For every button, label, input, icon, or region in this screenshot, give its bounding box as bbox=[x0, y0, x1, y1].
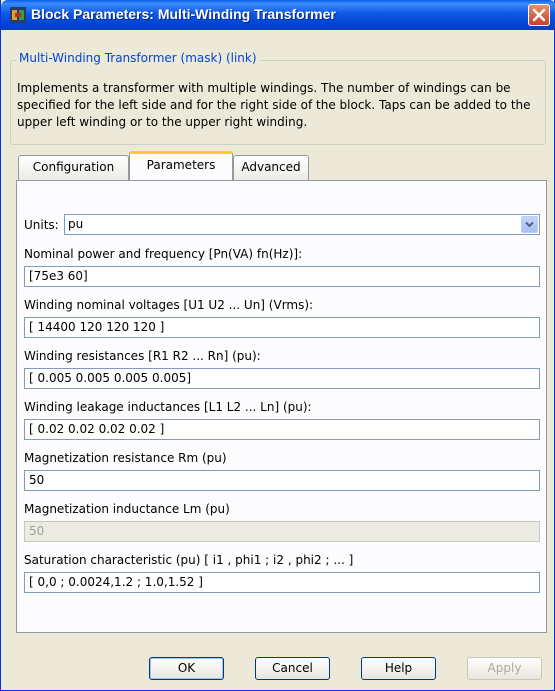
tab-configuration[interactable]: Configuration bbox=[18, 155, 129, 180]
simulink-block-icon bbox=[10, 7, 26, 23]
winding-voltages-input[interactable]: [ 14400 120 120 120 ] bbox=[24, 317, 540, 338]
magnetization-inductance-label: Magnetization inductance Lm (pu) bbox=[24, 502, 230, 516]
title-bar[interactable]: Block Parameters: Multi-Winding Transfor… bbox=[1, 0, 555, 30]
close-icon bbox=[532, 8, 546, 22]
winding-resistances-input[interactable]: [ 0.005 0.005 0.005 0.005] bbox=[24, 368, 540, 389]
magnetization-resistance-input[interactable]: 50 bbox=[24, 470, 540, 491]
units-label: Units: bbox=[24, 218, 59, 232]
units-dropdown[interactable]: pu bbox=[64, 214, 540, 235]
window-title: Block Parameters: Multi-Winding Transfor… bbox=[31, 6, 336, 22]
leakage-inductances-label: Winding leakage inductances [L1 L2 ... L… bbox=[24, 400, 312, 414]
saturation-characteristic-label: Saturation characteristic (pu) [ i1 , ph… bbox=[24, 553, 354, 567]
block-parameters-dialog: Block Parameters: Multi-Winding Transfor… bbox=[0, 0, 555, 691]
tab-parameters[interactable]: Parameters bbox=[129, 151, 233, 180]
winding-voltages-label: Winding nominal voltages [U1 U2 ... Un] … bbox=[24, 298, 314, 312]
nominal-power-input[interactable]: [75e3 60] bbox=[24, 266, 540, 287]
close-button[interactable] bbox=[528, 4, 550, 26]
chevron-down-icon bbox=[525, 221, 534, 228]
saturation-characteristic-input[interactable]: [ 0,0 ; 0.0024,1.2 ; 1.0,1.52 ] bbox=[24, 572, 540, 593]
magnetization-inductance-input: 50 bbox=[24, 521, 540, 542]
mask-group-label[interactable]: Multi-Winding Transformer (mask) (link) bbox=[16, 51, 260, 65]
help-button[interactable]: Help bbox=[361, 657, 436, 680]
nominal-power-label: Nominal power and frequency [Pn(VA) fn(H… bbox=[24, 247, 303, 261]
mask-description: Implements a transformer with multiple w… bbox=[17, 81, 531, 129]
apply-button: Apply bbox=[467, 657, 542, 680]
winding-resistances-label: Winding resistances [R1 R2 ... Rn] (pu): bbox=[24, 349, 261, 363]
leakage-inductances-input[interactable]: [ 0.02 0.02 0.02 0.02 ] bbox=[24, 419, 540, 440]
ok-button[interactable]: OK bbox=[149, 657, 224, 680]
tab-advanced[interactable]: Advanced bbox=[233, 155, 309, 180]
units-value: pu bbox=[68, 217, 84, 231]
dropdown-arrow-button[interactable] bbox=[521, 216, 538, 233]
cancel-button[interactable]: Cancel bbox=[255, 657, 330, 680]
magnetization-resistance-label: Magnetization resistance Rm (pu) bbox=[24, 451, 227, 465]
